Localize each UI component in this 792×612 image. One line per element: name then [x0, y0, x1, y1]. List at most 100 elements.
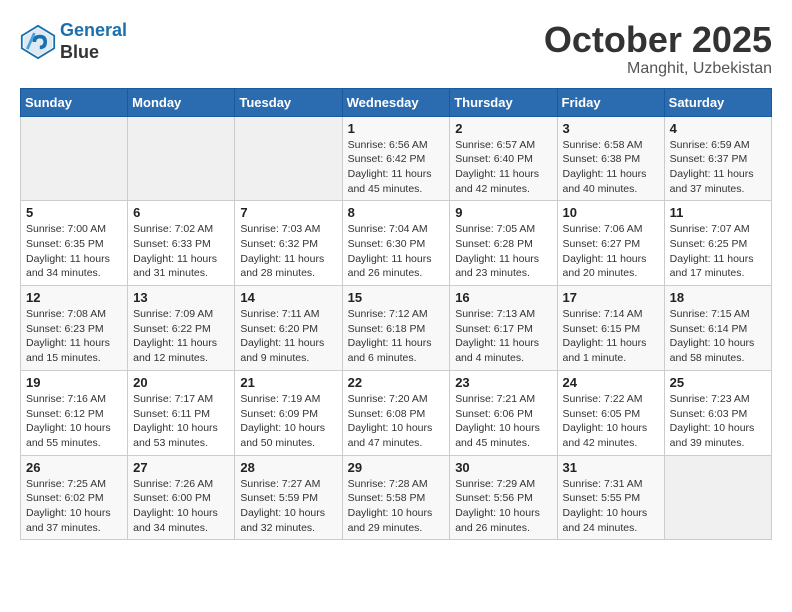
daylight-text: Daylight: 11 hours and 4 minutes.: [455, 337, 539, 364]
sunset-text: Sunset: 6:28 PM: [455, 238, 533, 250]
day-info: Sunrise: 7:23 AM Sunset: 6:03 PM Dayligh…: [670, 392, 766, 451]
sunset-text: Sunset: 5:55 PM: [563, 492, 641, 504]
sunset-text: Sunset: 6:20 PM: [240, 323, 318, 335]
day-number: 1: [348, 121, 445, 136]
daylight-text: Daylight: 10 hours and 53 minutes.: [133, 422, 218, 449]
calendar-table: Sunday Monday Tuesday Wednesday Thursday…: [20, 88, 772, 541]
sunset-text: Sunset: 6:06 PM: [455, 408, 533, 420]
daylight-text: Daylight: 10 hours and 37 minutes.: [26, 507, 111, 534]
day-number: 26: [26, 460, 122, 475]
day-number: 12: [26, 290, 122, 305]
col-saturday: Saturday: [664, 88, 771, 116]
daylight-text: Daylight: 11 hours and 15 minutes.: [26, 337, 110, 364]
calendar-cell: [128, 116, 235, 201]
day-info: Sunrise: 7:07 AM Sunset: 6:25 PM Dayligh…: [670, 222, 766, 281]
sunrise-text: Sunrise: 7:06 AM: [563, 223, 643, 235]
calendar-cell: 24 Sunrise: 7:22 AM Sunset: 6:05 PM Dayl…: [557, 370, 664, 455]
calendar-cell: 14 Sunrise: 7:11 AM Sunset: 6:20 PM Dayl…: [235, 286, 342, 371]
calendar-cell: 20 Sunrise: 7:17 AM Sunset: 6:11 PM Dayl…: [128, 370, 235, 455]
sunset-text: Sunset: 6:09 PM: [240, 408, 318, 420]
day-info: Sunrise: 7:17 AM Sunset: 6:11 PM Dayligh…: [133, 392, 229, 451]
header-row: Sunday Monday Tuesday Wednesday Thursday…: [21, 88, 772, 116]
day-info: Sunrise: 7:22 AM Sunset: 6:05 PM Dayligh…: [563, 392, 659, 451]
sunrise-text: Sunrise: 7:15 AM: [670, 308, 750, 320]
day-number: 30: [455, 460, 551, 475]
day-number: 31: [563, 460, 659, 475]
day-number: 14: [240, 290, 336, 305]
calendar-cell: 13 Sunrise: 7:09 AM Sunset: 6:22 PM Dayl…: [128, 286, 235, 371]
sunset-text: Sunset: 6:08 PM: [348, 408, 426, 420]
day-number: 17: [563, 290, 659, 305]
day-info: Sunrise: 7:15 AM Sunset: 6:14 PM Dayligh…: [670, 307, 766, 366]
day-info: Sunrise: 7:00 AM Sunset: 6:35 PM Dayligh…: [26, 222, 122, 281]
sunset-text: Sunset: 5:59 PM: [240, 492, 318, 504]
day-info: Sunrise: 7:02 AM Sunset: 6:33 PM Dayligh…: [133, 222, 229, 281]
day-number: 21: [240, 375, 336, 390]
daylight-text: Daylight: 10 hours and 55 minutes.: [26, 422, 111, 449]
sunrise-text: Sunrise: 7:19 AM: [240, 393, 320, 405]
calendar-cell: 3 Sunrise: 6:58 AM Sunset: 6:38 PM Dayli…: [557, 116, 664, 201]
day-info: Sunrise: 6:56 AM Sunset: 6:42 PM Dayligh…: [348, 138, 445, 197]
daylight-text: Daylight: 11 hours and 42 minutes.: [455, 168, 539, 195]
daylight-text: Daylight: 11 hours and 9 minutes.: [240, 337, 324, 364]
daylight-text: Daylight: 10 hours and 24 minutes.: [563, 507, 648, 534]
daylight-text: Daylight: 10 hours and 39 minutes.: [670, 422, 755, 449]
sunrise-text: Sunrise: 7:25 AM: [26, 478, 106, 490]
day-number: 23: [455, 375, 551, 390]
sunset-text: Sunset: 5:56 PM: [455, 492, 533, 504]
day-info: Sunrise: 6:57 AM Sunset: 6:40 PM Dayligh…: [455, 138, 551, 197]
day-info: Sunrise: 7:14 AM Sunset: 6:15 PM Dayligh…: [563, 307, 659, 366]
sunset-text: Sunset: 6:15 PM: [563, 323, 641, 335]
sunrise-text: Sunrise: 7:12 AM: [348, 308, 428, 320]
daylight-text: Daylight: 11 hours and 40 minutes.: [563, 168, 647, 195]
daylight-text: Daylight: 11 hours and 45 minutes.: [348, 168, 432, 195]
calendar-cell: 21 Sunrise: 7:19 AM Sunset: 6:09 PM Dayl…: [235, 370, 342, 455]
day-info: Sunrise: 7:26 AM Sunset: 6:00 PM Dayligh…: [133, 477, 229, 536]
calendar-cell: 31 Sunrise: 7:31 AM Sunset: 5:55 PM Dayl…: [557, 455, 664, 540]
sunrise-text: Sunrise: 7:03 AM: [240, 223, 320, 235]
sunset-text: Sunset: 6:05 PM: [563, 408, 641, 420]
calendar-header: Sunday Monday Tuesday Wednesday Thursday…: [21, 88, 772, 116]
day-info: Sunrise: 7:28 AM Sunset: 5:58 PM Dayligh…: [348, 477, 445, 536]
daylight-text: Daylight: 11 hours and 28 minutes.: [240, 253, 324, 280]
day-info: Sunrise: 7:25 AM Sunset: 6:02 PM Dayligh…: [26, 477, 122, 536]
calendar-cell: 16 Sunrise: 7:13 AM Sunset: 6:17 PM Dayl…: [450, 286, 557, 371]
sunset-text: Sunset: 6:27 PM: [563, 238, 641, 250]
logo: General Blue: [20, 20, 127, 63]
sunrise-text: Sunrise: 7:11 AM: [240, 308, 319, 320]
calendar-cell: 28 Sunrise: 7:27 AM Sunset: 5:59 PM Dayl…: [235, 455, 342, 540]
day-info: Sunrise: 7:31 AM Sunset: 5:55 PM Dayligh…: [563, 477, 659, 536]
month-title: October 2025: [544, 20, 772, 60]
logo-line1: General: [60, 20, 127, 40]
sunset-text: Sunset: 6:23 PM: [26, 323, 104, 335]
sunrise-text: Sunrise: 7:07 AM: [670, 223, 750, 235]
day-info: Sunrise: 7:09 AM Sunset: 6:22 PM Dayligh…: [133, 307, 229, 366]
daylight-text: Daylight: 10 hours and 32 minutes.: [240, 507, 325, 534]
daylight-text: Daylight: 11 hours and 6 minutes.: [348, 337, 432, 364]
sunset-text: Sunset: 6:35 PM: [26, 238, 104, 250]
daylight-text: Daylight: 10 hours and 42 minutes.: [563, 422, 648, 449]
sunset-text: Sunset: 6:03 PM: [670, 408, 748, 420]
calendar-cell: [235, 116, 342, 201]
sunset-text: Sunset: 6:40 PM: [455, 153, 533, 165]
daylight-text: Daylight: 11 hours and 37 minutes.: [670, 168, 754, 195]
calendar-cell: 5 Sunrise: 7:00 AM Sunset: 6:35 PM Dayli…: [21, 201, 128, 286]
sunset-text: Sunset: 6:18 PM: [348, 323, 426, 335]
col-wednesday: Wednesday: [342, 88, 450, 116]
daylight-text: Daylight: 11 hours and 34 minutes.: [26, 253, 110, 280]
daylight-text: Daylight: 11 hours and 17 minutes.: [670, 253, 754, 280]
daylight-text: Daylight: 10 hours and 58 minutes.: [670, 337, 755, 364]
logo-line2: Blue: [60, 42, 127, 64]
day-info: Sunrise: 7:21 AM Sunset: 6:06 PM Dayligh…: [455, 392, 551, 451]
col-monday: Monday: [128, 88, 235, 116]
sunset-text: Sunset: 6:17 PM: [455, 323, 533, 335]
calendar-cell: 11 Sunrise: 7:07 AM Sunset: 6:25 PM Dayl…: [664, 201, 771, 286]
sunrise-text: Sunrise: 7:22 AM: [563, 393, 643, 405]
day-number: 19: [26, 375, 122, 390]
col-sunday: Sunday: [21, 88, 128, 116]
day-number: 4: [670, 121, 766, 136]
sunset-text: Sunset: 6:00 PM: [133, 492, 211, 504]
title-block: October 2025 Manghit, Uzbekistan: [544, 20, 772, 78]
day-number: 18: [670, 290, 766, 305]
day-number: 11: [670, 205, 766, 220]
